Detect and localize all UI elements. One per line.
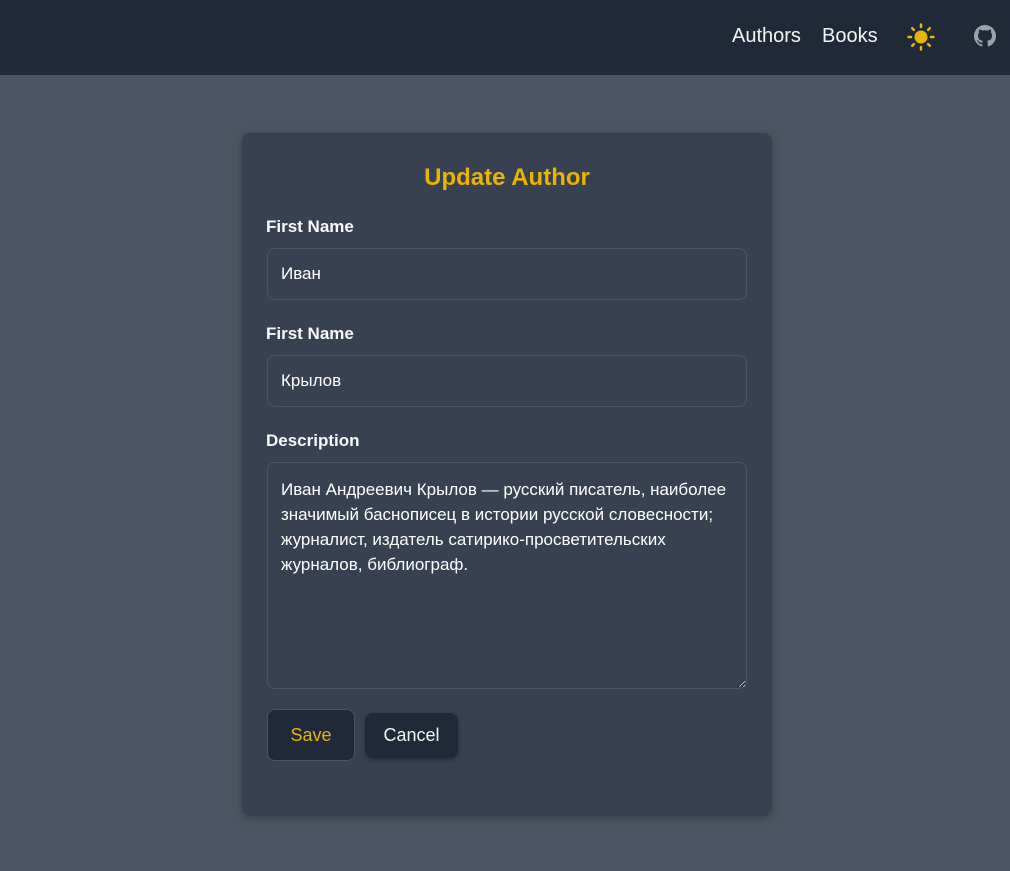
sun-icon: [907, 23, 935, 51]
github-icon: [974, 25, 996, 47]
github-link[interactable]: [974, 25, 996, 47]
cancel-button[interactable]: Cancel: [365, 713, 458, 758]
theme-toggle-button[interactable]: [906, 23, 936, 51]
nav-link-books[interactable]: Books: [822, 23, 878, 49]
description-textarea[interactable]: Иван Андреевич Крылов — русский писатель…: [267, 462, 747, 689]
update-author-card: Update Author First Name First Name Desc…: [242, 133, 772, 816]
last-name-input[interactable]: [267, 355, 747, 407]
save-button[interactable]: Save: [267, 709, 355, 761]
first-name-input[interactable]: [267, 248, 747, 300]
last-name-label: First Name: [266, 324, 354, 343]
top-navbar: Authors Books: [0, 0, 1010, 75]
description-label: Description: [266, 431, 360, 450]
form-title: Update Author: [424, 164, 590, 191]
nav-link-authors[interactable]: Authors: [732, 23, 801, 49]
first-name-label: First Name: [266, 217, 354, 236]
